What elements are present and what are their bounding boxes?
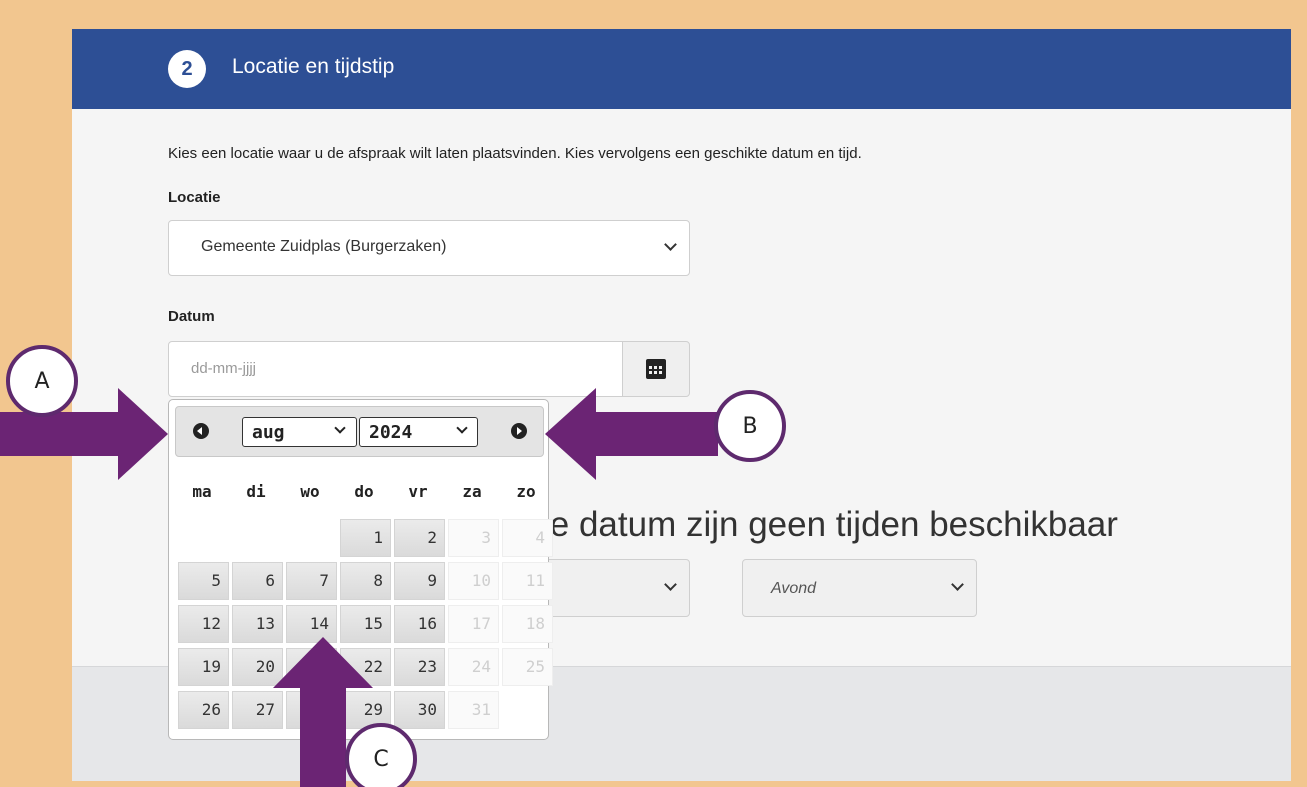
arrow-b [545,388,718,480]
annotation-a: A [6,345,78,417]
annotation-b: B [714,390,786,462]
annotation-arrows [0,388,718,787]
annotation-c: C [345,723,417,787]
